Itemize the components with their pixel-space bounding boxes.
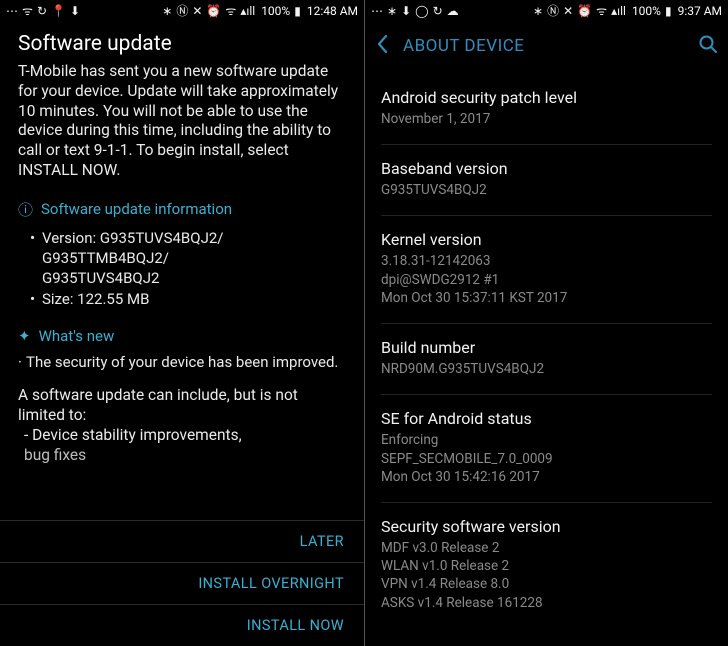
page-title: Software update [18,32,346,56]
row-label: SE for Android status [381,409,712,428]
status-bar-right: ∗ Ⓝ ✕ ⏰ ᯤ ▴ıll 100% ▮ 9:37 AM [533,4,722,18]
app-bar-title: ABOUT DEVICE [403,36,684,56]
install-overnight-button[interactable]: INSTALL OVERNIGHT [196,563,346,604]
bluetooth-icon: ∗ [533,5,543,17]
info-size: Size: 122.55 MB [30,289,346,309]
alarm-icon: ⏰ [206,5,221,17]
app-bar: ABOUT DEVICE [365,22,728,70]
phone-software-update: ⋯ ᯤ ↻ 📍 ⬇ ∗ Ⓝ ✕ ⏰ ᯤ ▴ıll 100% ▮ 12:48 AM… [0,0,364,646]
battery-icon: ▮ [294,5,301,17]
row-value: G935TUVS4BQJ2 [381,181,712,199]
clock-text: 12:48 AM [307,4,358,18]
cloud-icon: ☁ [447,5,459,17]
button-row-later: LATER [0,520,364,562]
row-value: MDF v3.0 Release 2 WLAN v1.0 Release 2 V… [381,539,712,612]
cell-signal-icon: ▴ıll [611,5,626,17]
section-update-info: ⓘ Software update information [18,199,346,220]
row-baseband[interactable]: Baseband version G935TUVS4BQJ2 [381,145,712,216]
location-icon: 📍 [51,5,66,17]
notification-dots-icon: ⋯ [371,5,383,17]
install-now-button[interactable]: INSTALL NOW [245,605,346,646]
battery-icon: ▮ [665,5,672,17]
row-value: Enforcing SEPF_SECMOBILE_7.0_0009 Mon Oc… [381,431,712,486]
row-value: 3.18.31-12142063 dpi@SWDG2912 #1 Mon Oct… [381,252,712,307]
sync-icon: ↻ [433,5,443,17]
search-button[interactable] [698,34,718,59]
row-label: Kernel version [381,230,712,249]
update-info-list: Version: G935TUVS4BQJ2/ G935TTMB4BQJ2/ G… [18,228,346,309]
status-bar: ⋯ ∗ ⬇ ◯ ↻ ☁ ∗ Ⓝ ✕ ⏰ ᯤ ▴ıll 100% ▮ 9:37 A… [365,0,728,22]
bluetooth-icon: ∗ [387,5,397,17]
row-se-android[interactable]: SE for Android status Enforcing SEPF_SEC… [381,395,712,503]
row-label: Android security patch level [381,88,712,107]
back-button[interactable] [375,34,389,59]
row-kernel[interactable]: Kernel version 3.18.31-12142063 dpi@SWDG… [381,216,712,324]
vibrate-icon: ✕ [192,5,202,17]
row-security-software[interactable]: Security software version MDF v3.0 Relea… [381,503,712,628]
notification-dots-icon: ⋯ [6,5,18,17]
viber-icon: ◯ [415,5,428,17]
row-value: November 1, 2017 [381,110,712,128]
status-bar: ⋯ ᯤ ↻ 📍 ⬇ ∗ Ⓝ ✕ ⏰ ᯤ ▴ıll 100% ▮ 12:48 AM [0,0,364,22]
download-icon: ⬇ [70,5,80,17]
section-update-info-label: Software update information [41,200,232,218]
intro-text: T-Mobile has sent you a new software upd… [18,62,346,181]
nfc-icon: Ⓝ [176,5,188,17]
button-row-overnight: INSTALL OVERNIGHT [0,562,364,604]
download-icon: ⬇ [401,5,411,17]
status-bar-left: ⋯ ∗ ⬇ ◯ ↻ ☁ [371,5,459,17]
info-version: Version: G935TUVS4BQJ2/ G935TTMB4BQJ2/ G… [30,228,346,289]
section-whats-new: ✦ What's new [18,327,346,345]
clock-text: 9:37 AM [678,4,722,18]
status-bar-left: ⋯ ᯤ ↻ 📍 ⬇ [6,5,80,17]
about-device-list[interactable]: Android security patch level November 1,… [365,70,728,646]
battery-text: 100% [261,4,290,18]
wifi-signal-icon: ᯤ [225,5,236,17]
scope-intro: A software update can include, but is no… [18,386,346,426]
info-icon: ⓘ [18,199,33,220]
battery-text: 100% [632,4,661,18]
row-security-patch[interactable]: Android security patch level November 1,… [381,74,712,145]
row-label: Security software version [381,517,712,536]
vibrate-icon: ✕ [563,5,573,17]
row-build-number[interactable]: Build number NRD90M.G935TUVS4BQJ2 [381,324,712,395]
wifi-signal-icon: ᯤ [596,5,607,17]
row-value: NRD90M.G935TUVS4BQJ2 [381,360,712,378]
bluetooth-icon: ∗ [162,5,172,17]
scope-item-1: - Device stability improvements, [18,426,346,446]
search-icon [698,34,718,54]
button-row-now: INSTALL NOW [0,604,364,646]
scope-item-2-truncated: bug fixes [18,446,346,465]
row-label: Baseband version [381,159,712,178]
alarm-icon: ⏰ [577,5,592,17]
later-button[interactable]: LATER [298,521,346,562]
status-bar-right: ∗ Ⓝ ✕ ⏰ ᯤ ▴ıll 100% ▮ 12:48 AM [162,4,358,18]
row-label: Build number [381,338,712,357]
sparkle-icon: ✦ [18,327,31,345]
chevron-left-icon [375,34,389,54]
nfc-icon: Ⓝ [547,5,559,17]
cell-signal-icon: ▴ıll [240,5,255,17]
whats-new-item: The security of your device has been imp… [18,353,346,373]
section-whats-new-label: What's new [39,327,115,345]
wifi-icon: ᯤ [22,5,33,17]
software-update-panel: Software update T-Mobile has sent you a … [0,22,364,520]
sync-icon: ↻ [37,5,47,17]
phone-about-device: ⋯ ∗ ⬇ ◯ ↻ ☁ ∗ Ⓝ ✕ ⏰ ᯤ ▴ıll 100% ▮ 9:37 A… [364,0,728,646]
